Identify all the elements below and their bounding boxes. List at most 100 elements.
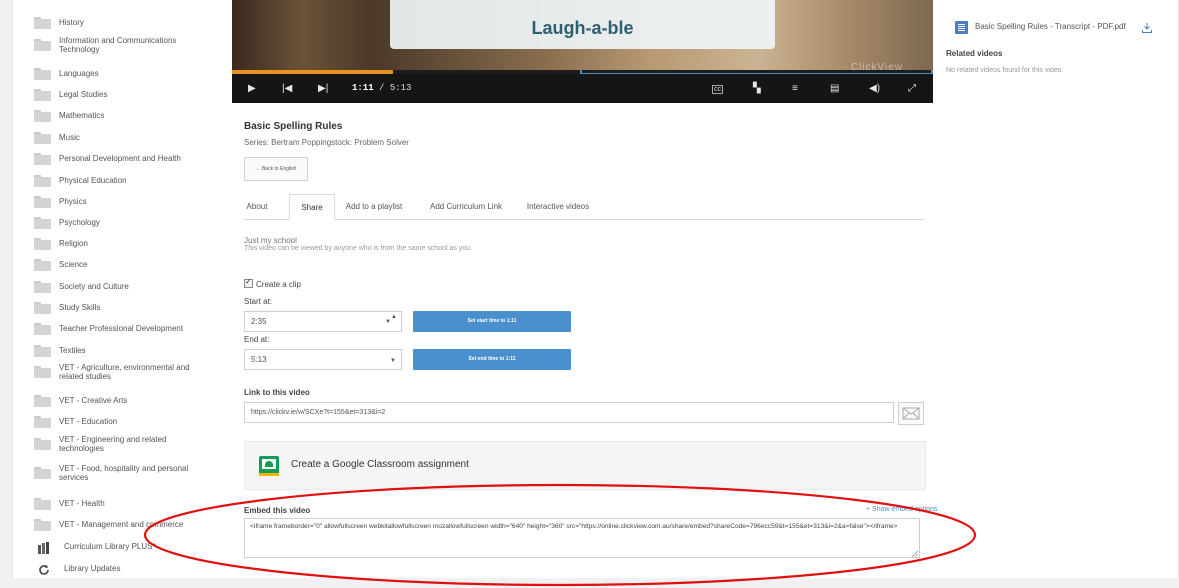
sidebar-category-label: Languages — [59, 69, 99, 78]
sidebar-category[interactable]: VET - Health — [30, 496, 230, 518]
show-embed-options-link[interactable]: + Show embed options — [866, 506, 937, 513]
related-videos-heading: Related videos — [946, 49, 1003, 58]
embed-code-textarea[interactable] — [244, 518, 920, 558]
sidebar-category[interactable]: VET - Management and commerce — [30, 517, 230, 539]
sidebar-category[interactable]: Science — [30, 257, 230, 279]
transcript-icon[interactable]: ▤ — [830, 74, 839, 103]
playlist-icon[interactable]: ≡ — [792, 74, 798, 103]
curriculum-library-link[interactable]: Curriculum Library PLUS* — [64, 542, 156, 551]
series-name: Series: Bertram Poppingstock: Problem So… — [244, 138, 409, 147]
transcript-download[interactable]: Basic Spelling Rules - Transcript - PDF.… — [947, 18, 1157, 38]
sidebar-category[interactable]: Study Skills — [30, 300, 230, 322]
play-icon[interactable]: ▶ — [248, 74, 256, 103]
privacy-heading[interactable]: Just my school — [244, 236, 297, 245]
sidebar-category[interactable]: VET - Engineering and related technologi… — [30, 435, 230, 458]
fullscreen-icon[interactable]: ⤢ — [908, 74, 916, 103]
google-classroom-icon-bar — [259, 473, 279, 476]
start-time-input[interactable]: 2:35 ▲ ▼ — [244, 311, 402, 332]
stepper-icon[interactable]: ▲ ▼ — [385, 314, 397, 325]
library-icon[interactable] — [38, 541, 52, 559]
tab-add-curriculum-link[interactable]: Add Curriculum Link — [424, 194, 508, 219]
folder-icon — [34, 323, 51, 335]
resize-grip-icon[interactable] — [912, 551, 918, 557]
tab-share[interactable]: Share — [289, 194, 335, 221]
video-link-input[interactable]: https://clickv.ie/w/SCXe?t=155&et=313&i=… — [244, 402, 894, 423]
folder-icon — [34, 281, 51, 293]
folder-icon — [34, 238, 51, 250]
tab-interactive-videos[interactable]: Interactive videos — [523, 194, 593, 219]
sidebar-category-label: Textiles — [59, 346, 86, 355]
chevron-down-icon[interactable]: ▼ — [384, 352, 396, 371]
folder-icon — [34, 39, 51, 51]
download-icon[interactable] — [1142, 23, 1152, 33]
end-time-select[interactable]: 5:13 ▼ — [244, 349, 402, 370]
sidebar-category[interactable]: Music — [30, 130, 230, 152]
tab-about[interactable]: About — [244, 194, 270, 219]
skip-forward-icon[interactable]: ▶| — [318, 74, 328, 103]
sidebar-category[interactable]: Teacher Professional Development — [30, 321, 230, 343]
sidebar-category[interactable]: VET - Creative Arts — [30, 393, 230, 415]
google-classroom-card[interactable]: Create a Google Classroom assignment — [244, 441, 926, 490]
tab-bar: About Share Add to a playlist Add Curric… — [244, 194, 924, 221]
sidebar-category[interactable]: Information and Communications Technolog… — [30, 36, 230, 59]
folder-icon — [34, 153, 51, 165]
sidebar-category[interactable]: Personal Development and Health — [30, 151, 230, 173]
sidebar-category-label: VET - Food, hospitality and personal ser… — [59, 464, 189, 482]
captions-icon[interactable]: cc — [712, 85, 723, 94]
sidebar-category-label: Physical Education — [59, 176, 127, 185]
tab-add-to-playlist[interactable]: Add to a playlist — [342, 194, 406, 219]
sidebar-category-label: VET - Engineering and related technologi… — [59, 435, 167, 453]
folder-icon — [34, 438, 51, 450]
sidebar-category[interactable]: Legal Studies — [30, 87, 230, 109]
volume-icon[interactable]: ◀) — [869, 74, 880, 103]
sidebar-category[interactable]: Physics — [30, 194, 230, 216]
folder-icon — [34, 217, 51, 229]
sidebar-category[interactable]: Physical Education — [30, 173, 230, 195]
set-start-time-button[interactable]: Set start time to 1:11 — [413, 311, 571, 332]
folder-icon — [34, 467, 51, 479]
sidebar-category[interactable]: History — [30, 15, 230, 37]
folder-icon — [34, 345, 51, 357]
video-player[interactable]: Laugh-a-ble ClickView ▶ |◀ ▶| 1:11 / 5:1… — [232, 0, 933, 103]
sidebar-category[interactable]: VET - Education — [30, 414, 230, 436]
refresh-icon[interactable] — [38, 563, 50, 581]
end-label: End at: — [244, 335, 270, 344]
sidebar-category[interactable]: Religion — [30, 236, 230, 258]
checkbox-checked-icon[interactable] — [244, 277, 253, 288]
sidebar-category-label: Mathematics — [59, 111, 105, 120]
create-clip-label: Create a clip — [256, 280, 301, 289]
sidebar-category[interactable]: Textiles — [30, 343, 230, 365]
folder-icon — [34, 175, 51, 187]
email-link-button[interactable] — [898, 402, 924, 425]
sidebar-category[interactable]: Society and Culture — [30, 279, 230, 301]
folder-icon — [34, 519, 51, 531]
folder-icon — [34, 416, 51, 428]
start-time-value: 2:35 — [251, 317, 267, 326]
folder-icon — [34, 110, 51, 122]
privacy-description: This video can be viewed by anyone who i… — [244, 245, 473, 252]
sidebar-category[interactable]: Psychology — [30, 215, 230, 237]
current-time: 1:11 — [352, 83, 374, 93]
sidebar-category-label: VET - Creative Arts — [59, 396, 128, 405]
document-icon — [955, 21, 968, 34]
sidebar-category[interactable]: VET - Agriculture, environmental and rel… — [30, 363, 230, 386]
folder-icon — [34, 132, 51, 144]
transcript-filename[interactable]: Basic Spelling Rules - Transcript - PDF.… — [975, 22, 1126, 31]
google-classroom-label: Create a Google Classroom assignment — [291, 459, 469, 470]
sidebar-category-label: Personal Development and Health — [59, 154, 181, 163]
sidebar-category-label: Study Skills — [59, 303, 101, 312]
related-videos-empty: No related videos found for this video. — [946, 67, 1064, 74]
player-controls: ▶ |◀ ▶| 1:11 / 5:13 cc ▚ ≡ ▤ ◀) ⤢ — [232, 74, 933, 103]
link-label: Link to this video — [244, 388, 310, 397]
library-updates-link[interactable]: Library Updates — [64, 564, 120, 573]
back-to-english-button[interactable]: ← Back to English — [244, 157, 308, 181]
skip-back-icon[interactable]: |◀ — [282, 74, 292, 103]
chapters-icon[interactable]: ▚ — [753, 74, 761, 103]
set-end-time-button[interactable]: Set end time to 1:11 — [413, 349, 571, 370]
create-clip-checkbox[interactable]: Create a clip — [244, 277, 301, 289]
video-title: Basic Spelling Rules — [244, 121, 343, 132]
sidebar-category[interactable]: Mathematics — [30, 108, 230, 130]
start-label: Start at: — [244, 297, 273, 306]
sidebar-category[interactable]: Languages — [30, 66, 230, 88]
sidebar-category[interactable]: VET - Food, hospitality and personal ser… — [30, 464, 230, 487]
